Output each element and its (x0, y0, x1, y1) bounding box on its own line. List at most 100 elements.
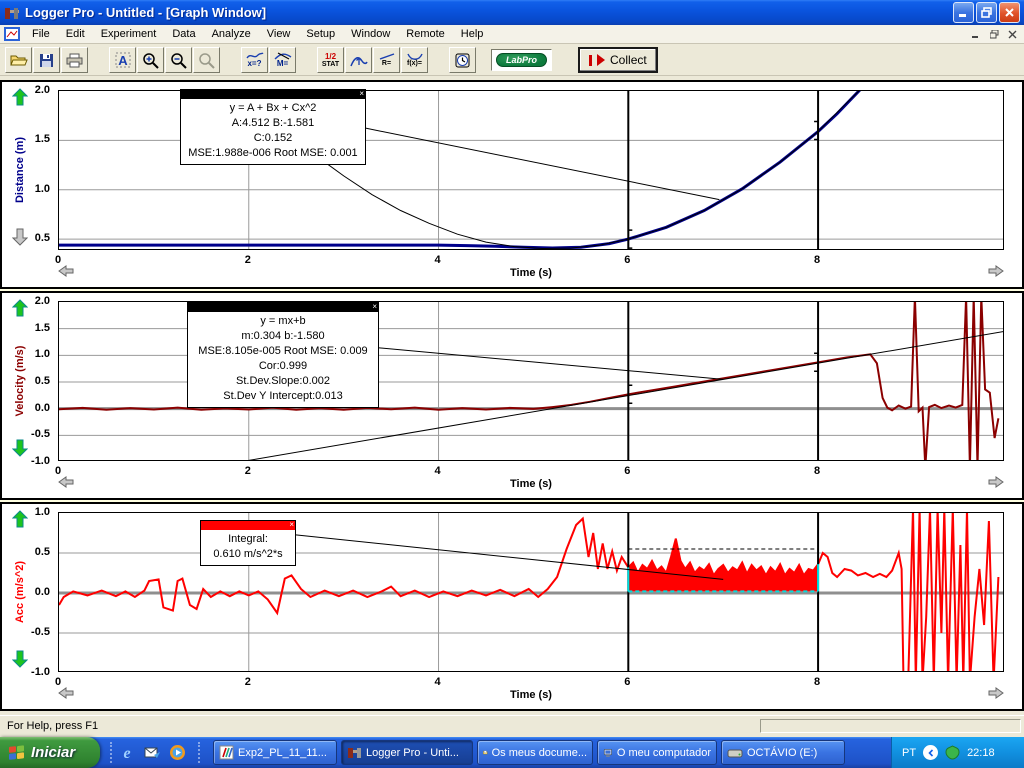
text-annotation-button[interactable]: A (109, 47, 136, 73)
mdi-close-button[interactable] (1004, 27, 1021, 42)
x-tick-label: 2 (245, 676, 251, 688)
info-box-close-icon[interactable]: × (372, 302, 377, 311)
restore-button[interactable] (976, 2, 997, 23)
zoom-out-icon (170, 52, 187, 69)
printer-icon (66, 53, 83, 68)
y-tick-label: 1.0 (35, 348, 50, 360)
info-box-line: Cor:0.999 (190, 359, 376, 374)
examine-button[interactable]: x=? (241, 47, 268, 73)
tangent-button[interactable]: M= (269, 47, 296, 73)
document-icon (219, 745, 234, 760)
x-tick-label: 4 (434, 465, 440, 477)
computer-icon (603, 746, 613, 760)
linear-fit-info-box[interactable]: × y = mx+bm:0.304 b:-1.580MSE:8.105e-005… (187, 302, 379, 408)
x-axis-scroll-left-button[interactable] (58, 264, 74, 282)
info-box-close-icon[interactable]: × (289, 520, 294, 529)
status-message: For Help, press F1 (7, 720, 98, 732)
x-axis-label[interactable]: Time (s) (58, 267, 1004, 279)
taskbar-item-my-computer[interactable]: O meu computador (597, 740, 717, 765)
curve-fit-icon (407, 53, 423, 60)
save-file-button[interactable] (33, 47, 60, 73)
x-tick-label: 2 (245, 254, 251, 266)
integral-button[interactable] (345, 47, 372, 73)
taskbar-item-label: Os meus docume... (492, 747, 587, 759)
menu-edit[interactable]: Edit (58, 26, 93, 42)
x-tick-label: 4 (434, 676, 440, 688)
status-pane (760, 719, 1021, 733)
print-button[interactable] (61, 47, 88, 73)
y-tick-label: 2.0 (35, 84, 50, 96)
windows-flag-icon (8, 744, 26, 762)
floppy-disk-icon (39, 53, 54, 68)
zoom-autoscale-button[interactable] (193, 47, 220, 73)
clock[interactable]: 22:18 (967, 747, 995, 759)
y-tick-label: 0.0 (35, 402, 50, 414)
minimize-button[interactable] (953, 2, 974, 23)
y-tick-label: 2.0 (35, 295, 50, 307)
close-button[interactable] (999, 2, 1020, 23)
taskbar-item-my-documents[interactable]: Os meus docume... (477, 740, 593, 765)
x-axis-scroll-right-button[interactable] (988, 475, 1004, 493)
menu-view[interactable]: View (259, 26, 299, 42)
y-tick-label: 0.5 (35, 546, 50, 558)
x-axis-scroll-right-button[interactable] (988, 264, 1004, 282)
statistics-button[interactable]: 1/2 STAT (317, 47, 344, 73)
x-axis-scroll-left-button[interactable] (58, 686, 74, 704)
svg-text:A: A (118, 53, 128, 68)
quick-launch-ie-icon[interactable]: e (118, 743, 137, 762)
x-tick-label: 8 (814, 676, 820, 688)
data-collection-button[interactable] (449, 47, 476, 73)
x-axis-scroll-right-button[interactable] (988, 686, 1004, 704)
y-tick-label: 1.5 (35, 322, 50, 334)
start-button[interactable]: Iniciar (0, 737, 100, 768)
curve-fit-info-box[interactable]: × y = A + Bx + Cx^2A:4.512 B:-1.581C:0.1… (180, 89, 366, 165)
y-tick-label: 0.0 (35, 586, 50, 598)
info-box-line: MSE:1.988e-006 Root MSE: 0.001 (183, 146, 363, 161)
zoom-autoscale-icon (198, 52, 215, 69)
menu-analyze[interactable]: Analyze (204, 26, 259, 42)
info-box-line: A:4.512 B:-1.581 (183, 116, 363, 131)
graph-panel-velocity: Velocity (m/s) -1.0-0.50.00.51.01.52.0 0… (0, 291, 1024, 500)
annotation-line (374, 347, 723, 379)
quick-launch-outlook-icon[interactable] (143, 743, 162, 762)
zoom-in-button[interactable] (137, 47, 164, 73)
open-file-button[interactable] (5, 47, 32, 73)
taskbar-separator[interactable] (198, 742, 201, 763)
menu-data[interactable]: Data (164, 26, 203, 42)
tray-antivirus-icon[interactable] (945, 745, 960, 760)
x-tick-label: 6 (624, 465, 630, 477)
menu-file[interactable]: File (24, 26, 58, 42)
curve-fit-button[interactable]: f(x)= (401, 47, 428, 73)
mdi-minimize-button[interactable] (968, 27, 985, 42)
info-box-close-icon[interactable]: × (359, 89, 364, 98)
language-indicator[interactable]: PT (902, 747, 916, 759)
y-axis-tick-labels: -1.0-0.50.00.51.01.52.0 (2, 301, 54, 461)
linear-fit-icon (379, 53, 395, 60)
x-axis-scroll-left-button[interactable] (58, 475, 74, 493)
collect-icon (589, 55, 592, 66)
menu-remote[interactable]: Remote (398, 26, 453, 42)
menu-experiment[interactable]: Experiment (93, 26, 165, 42)
linear-fit-button[interactable]: R= (373, 47, 400, 73)
x-tick-label: 6 (624, 254, 630, 266)
taskbar-item-octavio-drive[interactable]: OCTÁVIO (E:) (721, 740, 845, 765)
menu-help[interactable]: Help (453, 26, 492, 42)
zoom-out-button[interactable] (165, 47, 192, 73)
left-arrow-icon (58, 265, 74, 277)
integral-info-box[interactable]: × Integral:0.610 m/s^2*s (200, 520, 296, 566)
quick-launch-media-player-icon[interactable] (168, 743, 187, 762)
hide-icons-button[interactable] (923, 745, 938, 760)
y-tick-label: 0.5 (35, 232, 50, 244)
labpro-logo: LabPro (496, 53, 547, 67)
mdi-restore-button[interactable] (986, 27, 1003, 42)
menu-setup[interactable]: Setup (298, 26, 343, 42)
x-axis-label[interactable]: Time (s) (58, 478, 1004, 490)
menu-window[interactable]: Window (343, 26, 398, 42)
taskbar-separator[interactable] (110, 742, 113, 763)
collect-button[interactable]: Collect (578, 47, 658, 73)
x-axis-label[interactable]: Time (s) (58, 689, 1004, 701)
taskbar-item-exp2[interactable]: Exp2_PL_11_11... (213, 740, 337, 765)
taskbar-item-logger-pro[interactable]: Logger Pro - Unti... (341, 740, 473, 765)
taskbar-item-label: Logger Pro - Unti... (366, 747, 459, 759)
taskbar-item-label: Exp2_PL_11_11... (238, 747, 327, 759)
